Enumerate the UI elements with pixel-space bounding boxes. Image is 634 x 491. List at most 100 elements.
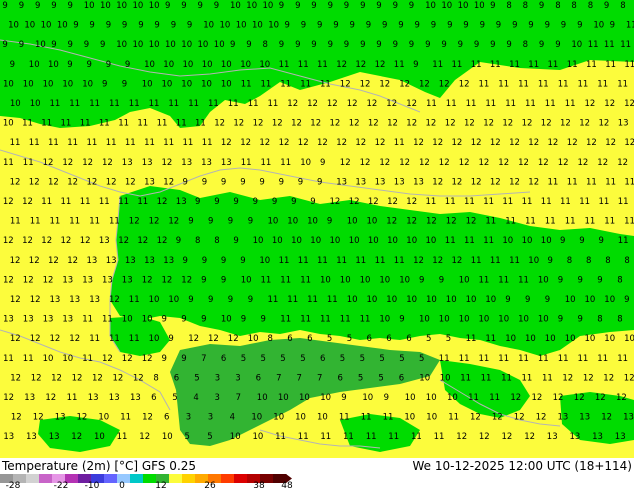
temperature-value: 11 [518,275,529,285]
temperature-value: 9 [183,256,188,266]
temperature-value: 11 [50,99,61,109]
temperature-value: 11 [176,119,187,129]
temperature-value: 9 [195,197,200,207]
temperature-value: 11 [298,60,309,70]
temperature-value: 11 [545,99,556,109]
temperature-value: 12 [562,373,573,383]
temperature-value: 10 [240,60,251,70]
temperature-value: 9 [409,40,414,50]
temperature-value: 12 [137,236,148,246]
temperature-value: 9 [393,40,398,50]
temperature-value: 9 [122,79,127,89]
temperature-value: 11 [605,177,616,187]
temperature-value: 12 [298,138,309,148]
temperature-value: 9 [360,40,365,50]
temperature-value: 12 [368,119,379,129]
temperature-value: 9 [366,21,371,31]
temperature-value: 11 [466,99,477,109]
temperature-value: 12 [419,158,430,168]
temperature-value: 10 [310,236,321,246]
temperature-value: 10 [268,21,279,31]
temperature-value: 9 [89,21,94,31]
temperature-value: 5 [185,432,190,442]
temperature-value: 12 [560,119,571,129]
temperature-value: 4 [230,413,235,423]
temperature-value: 11 [22,119,33,129]
temperature-value: 11 [466,334,477,344]
temperature-value: 11 [490,60,501,70]
temperature-value: 9 [188,217,193,227]
temperature-value: 12 [10,256,21,266]
temperature-value: 11 [300,275,311,285]
temperature-value: 11 [502,197,513,207]
legend-swatch [26,474,40,483]
temperature-value: 11 [411,432,422,442]
temperature-value: 3 [215,393,220,403]
temperature-value: 11 [109,334,120,344]
temperature-value: 11 [30,217,41,227]
temperature-value: 11 [617,79,628,89]
temperature-value: 11 [464,236,475,246]
temperature-value: 11 [195,119,206,129]
temperature-value: 12 [601,413,612,423]
temperature-value: 12 [579,119,590,129]
temperature-value: 12 [538,158,549,168]
temperature-map[interactable]: 9 9 9 9 9 10 10 10 10 10 9 9 9 9 10 10 10 9 9 9 9 9 9 9 9 9 10 10 10… [0,0,634,458]
temperature-value: 10 [230,432,241,442]
temperature-value: 12 [142,413,153,423]
temperature-value: 9 [320,158,325,168]
temperature-value: 12 [162,275,173,285]
temperature-value: 11 [61,197,72,207]
temperature-value: 5 [378,373,383,383]
temperature-value: 11 [426,197,437,207]
temperature-value: 9 [328,1,333,11]
temperature-value: 13 [88,393,99,403]
temperature-value: 12 [399,158,410,168]
temperature-value: 12 [349,197,360,207]
temperature-value: 10 [3,79,14,89]
temperature-value: 12 [459,79,470,89]
temperature-value: 12 [349,119,360,129]
temperature-value: 12 [432,177,443,187]
temperature-value: 10 [133,40,144,50]
temperature-value: 12 [605,138,616,148]
temperature-value: 12 [464,119,475,129]
temperature-value: 12 [603,373,614,383]
temperature-value: 10 [425,1,436,11]
temperature-value: 13 [618,119,629,129]
temperature-value: 11 [23,158,34,168]
temperature-value: 11 [340,315,351,325]
temperature-value: 5 [261,354,266,364]
temperature-value: 10 [446,295,457,305]
temperature-value: 12 [386,99,397,109]
temperature-value: 11 [307,295,318,305]
temperature-value: 10 [498,315,509,325]
temperature-value: 9 [317,177,322,187]
temperature-value: 9 [279,1,284,11]
temperature-value: 11 [498,79,509,89]
temperature-value: 6 [399,373,404,383]
temperature-value: 12 [426,217,437,227]
temperature-value: 5 [360,354,365,364]
temperature-value: 9 [333,21,338,31]
temperature-value: 10 [479,315,490,325]
temperature-value: 9 [539,40,544,50]
temperature-value: 11 [280,79,291,89]
temperature-value: 12 [375,138,386,148]
temperature-value: 10 [419,373,430,383]
temperature-value: 6 [406,334,411,344]
temperature-value: 9 [413,60,418,70]
temperature-value: 10 [300,158,311,168]
temperature-value: 5 [399,354,404,364]
temperature-value: 11 [545,217,556,227]
temperature-value: 9 [350,21,355,31]
temperature-value: 12 [387,119,398,129]
temperature-value: 12 [221,138,232,148]
temperature-value: 9 [165,1,170,11]
temperature-value: 12 [595,393,606,403]
temperature-value: 10 [142,79,153,89]
temperature-value: 12 [22,236,33,246]
temperature-value: 9 [376,40,381,50]
temperature-value: 9 [310,197,315,207]
temperature-value: 12 [509,177,520,187]
